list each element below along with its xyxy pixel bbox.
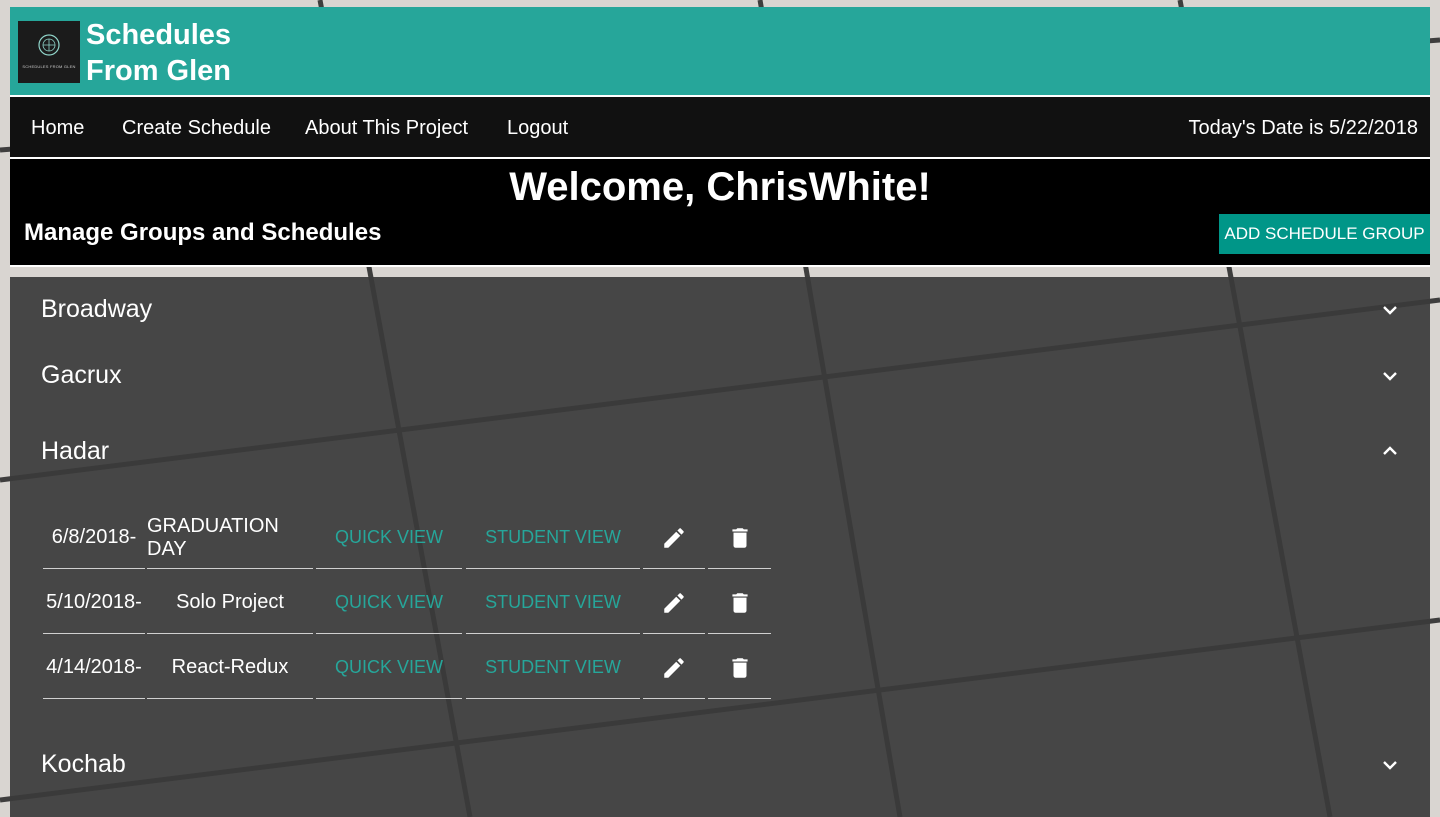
edit-cell <box>643 507 705 569</box>
app-title[interactable]: Schedules From Glen <box>86 17 231 89</box>
app-frame: SCHEDULES FROM GLEN Schedules From Glen … <box>10 7 1430 817</box>
chevron-down-icon[interactable] <box>1380 366 1400 386</box>
student-view-link[interactable]: STUDENT VIEW <box>485 527 621 548</box>
trash-icon[interactable] <box>727 655 753 681</box>
student-view-link[interactable]: STUDENT VIEW <box>485 657 621 678</box>
chevron-down-icon[interactable] <box>1380 300 1400 320</box>
group-title-hadar[interactable]: Hadar <box>41 437 109 466</box>
student-view-cell: STUDENT VIEW <box>466 507 640 569</box>
main-nav: Home Create Schedule About This Project … <box>10 97 1430 159</box>
quick-view-link[interactable]: QUICK VIEW <box>335 527 443 548</box>
nav-about-project[interactable]: About This Project <box>305 97 468 157</box>
chevron-down-icon[interactable] <box>1380 755 1400 775</box>
app-logo[interactable]: SCHEDULES FROM GLEN <box>18 21 80 83</box>
schedule-date: 6/8/2018- <box>43 507 145 569</box>
welcome-bar: Welcome, ChrisWhite! Manage Groups and S… <box>10 159 1430 267</box>
student-view-cell: STUDENT VIEW <box>466 572 640 634</box>
delete-cell <box>708 637 771 699</box>
pencil-icon[interactable] <box>661 655 687 681</box>
quick-view-link[interactable]: QUICK VIEW <box>335 592 443 613</box>
groups-panel: Broadway Gacrux Hadar 6/8/2018- GRADUATI… <box>10 277 1430 817</box>
quick-view-link[interactable]: QUICK VIEW <box>335 657 443 678</box>
app-title-line-2: From Glen <box>86 55 232 87</box>
quick-view-cell: QUICK VIEW <box>316 507 462 569</box>
group-title-kochab[interactable]: Kochab <box>41 750 126 779</box>
student-view-link[interactable]: STUDENT VIEW <box>485 592 621 613</box>
schedule-row: 4/14/2018- React-Redux QUICK VIEW STUDEN… <box>41 637 771 701</box>
trash-icon[interactable] <box>727 525 753 551</box>
group-title-gacrux[interactable]: Gacrux <box>41 361 122 390</box>
schedule-name: Solo Project <box>147 572 313 634</box>
add-schedule-group-button[interactable]: ADD SCHEDULE GROUP <box>1219 214 1430 254</box>
logo-text: SCHEDULES FROM GLEN <box>22 64 76 69</box>
delete-cell <box>708 572 771 634</box>
app-title-line-1: Schedules <box>86 19 232 51</box>
trash-icon[interactable] <box>727 590 753 616</box>
manage-heading: Manage Groups and Schedules <box>24 219 382 246</box>
schedule-name: React-Redux <box>147 637 313 699</box>
group-title-broadway[interactable]: Broadway <box>41 295 152 324</box>
schedule-date: 5/10/2018- <box>43 572 145 634</box>
pencil-icon[interactable] <box>661 590 687 616</box>
pencil-icon[interactable] <box>661 525 687 551</box>
delete-cell <box>708 507 771 569</box>
quick-view-cell: QUICK VIEW <box>316 637 462 699</box>
quick-view-cell: QUICK VIEW <box>316 572 462 634</box>
edit-cell <box>643 637 705 699</box>
app-header: SCHEDULES FROM GLEN Schedules From Glen <box>10 7 1430 97</box>
edit-cell <box>643 572 705 634</box>
schedule-name: GRADUATION DAY <box>147 507 313 569</box>
welcome-title: Welcome, ChrisWhite! <box>509 165 931 209</box>
nav-home[interactable]: Home <box>31 97 84 157</box>
todays-date: Today's Date is 5/22/2018 <box>1188 117 1418 139</box>
chevron-up-icon[interactable] <box>1380 441 1400 461</box>
schedule-date: 4/14/2018- <box>43 637 145 699</box>
schedule-row: 5/10/2018- Solo Project QUICK VIEW STUDE… <box>41 572 771 636</box>
schedule-row: 6/8/2018- GRADUATION DAY QUICK VIEW STUD… <box>41 507 771 571</box>
nav-create-schedule[interactable]: Create Schedule <box>122 97 271 157</box>
logo-emblem-icon <box>38 34 60 56</box>
nav-logout[interactable]: Logout <box>507 97 568 157</box>
student-view-cell: STUDENT VIEW <box>466 637 640 699</box>
